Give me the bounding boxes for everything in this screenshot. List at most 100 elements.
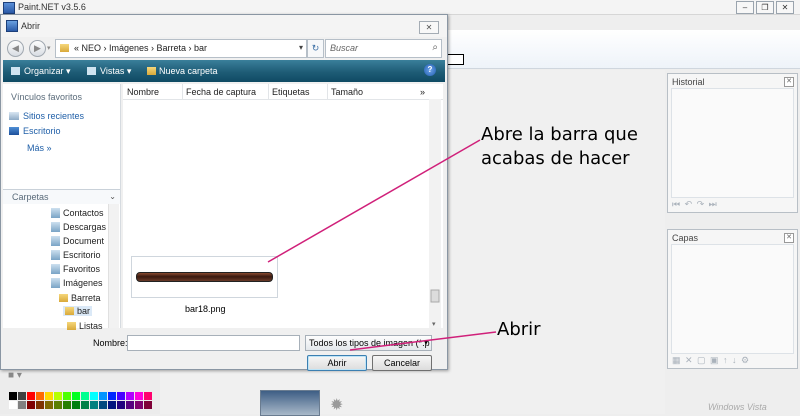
palette-swatch[interactable]	[54, 401, 62, 409]
palette-swatch[interactable]	[27, 392, 35, 400]
views-button[interactable]: Vistas ▾	[87, 66, 131, 77]
palette-swatch[interactable]	[90, 392, 98, 400]
file-type-select[interactable]: Todos los tipos de imagen (*.p ▾	[305, 335, 432, 351]
file-name-label[interactable]: bar18.png	[185, 304, 226, 314]
tree-item-documents[interactable]: Document	[51, 236, 104, 246]
tree-item-bar-selected[interactable]: bar	[63, 306, 93, 316]
palette-swatch[interactable]	[9, 401, 17, 409]
palette-swatch[interactable]	[135, 401, 143, 409]
column-size[interactable]: Tamaño	[331, 87, 363, 97]
palette-swatch[interactable]	[72, 392, 80, 400]
annotation-open-bar: Abre la barra que acabas de hacer	[481, 123, 638, 171]
back-arrow-icon[interactable]: ◀	[7, 40, 24, 57]
file-list-scrollbar[interactable]: ▾	[429, 99, 441, 328]
desktop-icon	[9, 127, 19, 135]
palette-swatch[interactable]	[126, 392, 134, 400]
dialog-app-icon	[6, 20, 18, 32]
layers-panel-title: Capas	[672, 233, 699, 243]
tree-item-imagenes[interactable]: Imágenes	[51, 278, 103, 288]
palette-swatch[interactable]	[54, 392, 62, 400]
palette-swatch[interactable]	[108, 392, 116, 400]
palette-swatch[interactable]	[18, 392, 26, 400]
image-thumbnail[interactable]	[260, 390, 320, 416]
favorite-desktop[interactable]: Escritorio	[9, 126, 61, 136]
forward-arrow-icon[interactable]: ▶	[29, 40, 46, 57]
palette-swatch[interactable]	[108, 401, 116, 409]
palette-swatch[interactable]	[45, 392, 53, 400]
palette-swatch[interactable]	[72, 401, 80, 409]
history-close-icon[interactable]: ✕	[784, 77, 794, 87]
folders-collapse-icon[interactable]: ⌄	[109, 192, 116, 201]
column-date[interactable]: Fecha de captura	[186, 87, 256, 97]
file-thumbnail-bar18[interactable]	[131, 256, 278, 298]
history-nav-icons[interactable]: ⏮ ↶ ↷ ⏭	[672, 199, 718, 210]
palette-swatch[interactable]	[144, 401, 152, 409]
palette-swatch[interactable]	[135, 392, 143, 400]
tree-item-escritorio[interactable]: Escritorio	[51, 250, 101, 260]
palette-swatch[interactable]	[99, 401, 107, 409]
palette-swatch[interactable]	[99, 392, 107, 400]
favorite-recent-places[interactable]: Sitios recientes	[9, 111, 84, 121]
app-titlebar: Paint.NET v3.5.6 – ❐ ✕	[0, 0, 800, 15]
help-icon[interactable]: ?	[424, 64, 436, 76]
palette-swatch[interactable]	[27, 401, 35, 409]
views-icon	[87, 67, 96, 75]
maximize-button[interactable]: ❐	[756, 1, 774, 14]
dialog-title: Abrir	[21, 21, 41, 31]
tree-item-favoritos[interactable]: Favoritos	[51, 264, 100, 274]
palette-swatch[interactable]	[36, 392, 44, 400]
palette-swatch[interactable]	[36, 401, 44, 409]
palette-swatch[interactable]	[117, 401, 125, 409]
palette-swatch[interactable]	[18, 401, 26, 409]
file-name-input[interactable]	[127, 335, 300, 351]
folders-header[interactable]: Carpetas ⌄	[3, 189, 120, 204]
more-link[interactable]: Más »	[27, 143, 52, 153]
tree-item-barreta[interactable]: Barreta	[59, 293, 101, 303]
layers-tool-icons[interactable]: ▦ ✕ ▢ ▣ ↑ ↓ ⚙	[672, 355, 750, 366]
layers-list	[671, 244, 794, 354]
pictures-icon	[51, 278, 60, 288]
new-folder-button[interactable]: Nueva carpeta	[147, 66, 218, 76]
more-columns-icon[interactable]: »	[420, 87, 425, 97]
history-dropdown-icon[interactable]: ▾	[47, 44, 51, 52]
palette-swatch[interactable]	[90, 401, 98, 409]
address-dropdown-icon[interactable]: ▾	[299, 43, 303, 52]
folders-heading: Carpetas	[12, 192, 49, 202]
file-list: Nombre Fecha de captura Etiquetas Tamaño…	[123, 84, 443, 328]
cancel-button[interactable]: Cancelar	[372, 355, 432, 371]
tree-item-contactos[interactable]: Contactos	[51, 208, 104, 218]
palette-swatch[interactable]	[144, 392, 152, 400]
column-name[interactable]: Nombre	[127, 87, 159, 97]
palette-swatch[interactable]	[63, 392, 71, 400]
palette-swatch[interactable]	[117, 392, 125, 400]
annotation-open: Abrir	[497, 319, 541, 340]
open-button[interactable]: Abrir	[307, 355, 367, 371]
primary-color-icon[interactable]: ■ ▾	[8, 370, 22, 381]
search-input[interactable]: Buscar ⌕	[325, 39, 442, 58]
toolbar-small-field[interactable]	[446, 54, 464, 65]
close-app-button[interactable]: ✕	[776, 1, 794, 14]
palette-swatch[interactable]	[45, 401, 53, 409]
palette-swatch[interactable]	[81, 392, 89, 400]
address-bar[interactable]: « NEO › Imágenes › Barreta › bar ▾	[55, 39, 307, 58]
navigation-scrollbar[interactable]	[108, 204, 119, 328]
search-icon[interactable]: ⌕	[432, 42, 438, 53]
palette-swatch[interactable]	[126, 401, 134, 409]
tree-item-descargas[interactable]: Descargas	[51, 222, 106, 232]
layers-close-icon[interactable]: ✕	[784, 233, 794, 243]
column-tags[interactable]: Etiquetas	[272, 87, 310, 97]
minimize-button[interactable]: –	[736, 1, 754, 14]
history-list	[671, 88, 794, 198]
column-separator	[268, 84, 269, 99]
color-palette[interactable]	[9, 392, 152, 410]
organize-button[interactable]: Organizar ▾	[11, 66, 71, 77]
dialog-close-button[interactable]: ✕	[419, 21, 439, 34]
palette-swatch[interactable]	[9, 392, 17, 400]
refresh-icon[interactable]: ↻	[307, 39, 324, 58]
palette-swatch[interactable]	[63, 401, 71, 409]
palette-swatch[interactable]	[81, 401, 89, 409]
tree-item-listas[interactable]: Listas	[67, 321, 103, 331]
chevron-down-icon: ▾	[423, 338, 428, 347]
favorites-heading: Vínculos favoritos	[11, 92, 83, 102]
downloads-icon	[51, 222, 60, 232]
